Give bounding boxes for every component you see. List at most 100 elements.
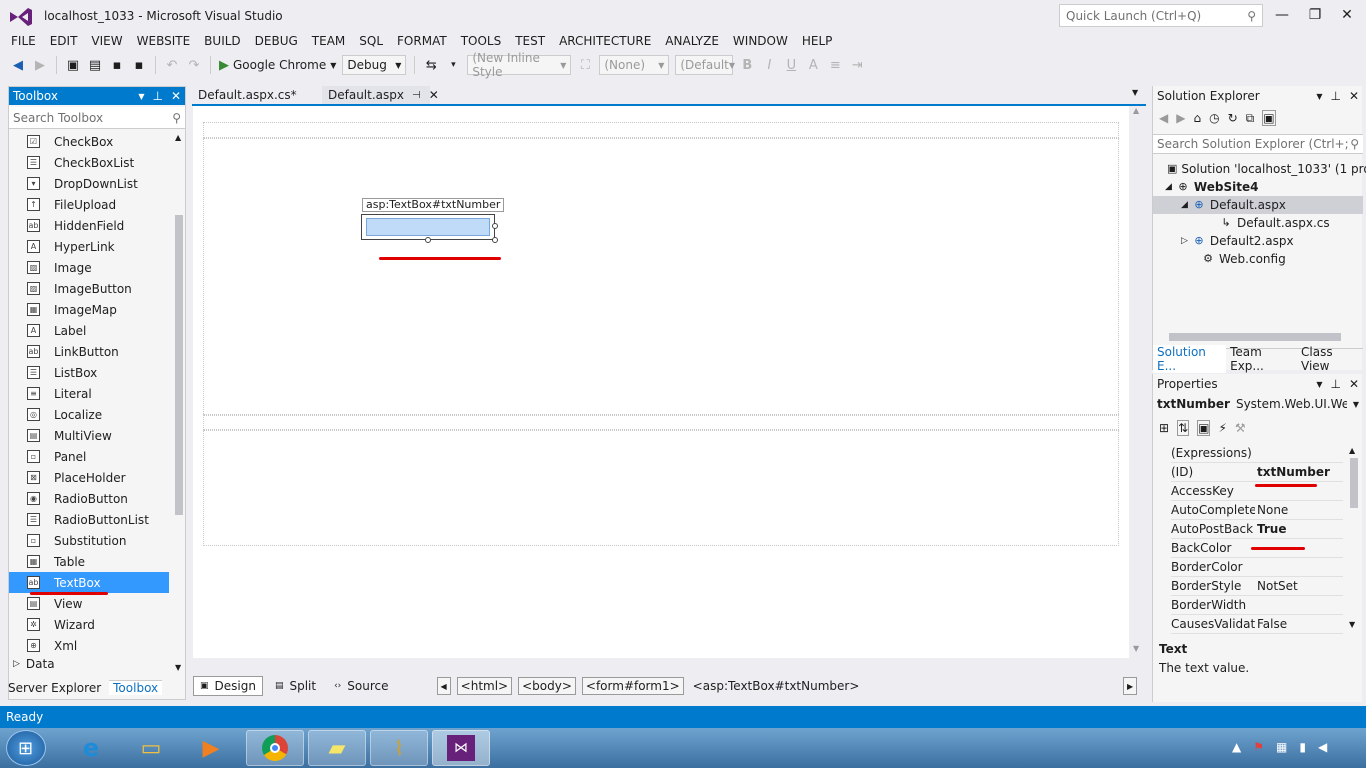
property-row[interactable]: CausesValidationFalse: [1171, 615, 1343, 634]
quick-launch-input[interactable]: Quick Launch (Ctrl+Q) ⚲: [1059, 4, 1263, 27]
forward-icon[interactable]: ▶: [32, 57, 48, 73]
toolbox-item-dropdownlist[interactable]: ▾ DropDownList: [9, 173, 169, 194]
scroll-down-icon[interactable]: ▼: [1133, 644, 1139, 653]
property-value[interactable]: txtNumber: [1257, 463, 1343, 482]
toolbox-search-input[interactable]: Search Toolbox ⚲: [9, 107, 185, 129]
design-vscrollbar[interactable]: ▲ ▼: [1132, 106, 1144, 658]
breadcrumb-textbox[interactable]: <asp:TextBox#txtNumber>: [690, 677, 863, 695]
bold-icon[interactable]: B: [739, 57, 755, 73]
breadcrumb-scroll-right[interactable]: ▶: [1123, 677, 1138, 695]
breadcrumb-form[interactable]: <form#form1>: [581, 677, 684, 695]
toolbox-item-hyperlink[interactable]: A HyperLink: [9, 236, 169, 257]
properties-icon[interactable]: ▣: [1197, 420, 1211, 436]
toolbox-item-substitution[interactable]: ▫ Substitution: [9, 530, 169, 551]
indent-icon[interactable]: ⇥: [849, 57, 865, 73]
toolbox-item-fileupload[interactable]: ↑ FileUpload: [9, 194, 169, 215]
signal-icon[interactable]: ▮: [1299, 740, 1306, 754]
property-row[interactable]: BorderColor: [1171, 558, 1343, 577]
taskbar-media-player[interactable]: ▶: [182, 730, 240, 766]
menu-format[interactable]: FORMAT: [390, 32, 454, 50]
toolbox-item-imagebutton[interactable]: ▨ ImageButton: [9, 278, 169, 299]
scrollbar-thumb[interactable]: [1350, 458, 1358, 508]
solution-search-input[interactable]: Search Solution Explorer (Ctrl+;) ⚲: [1153, 134, 1363, 154]
maximize-button[interactable]: ❐: [1300, 5, 1330, 25]
menu-team[interactable]: TEAM: [305, 32, 352, 50]
history-icon[interactable]: ◷: [1209, 111, 1219, 125]
close-pane-icon[interactable]: ✕: [171, 89, 181, 103]
toolbox-item-label[interactable]: A Label: [9, 320, 169, 341]
tree-file-default-aspx-cs[interactable]: ↳ Default.aspx.cs: [1153, 214, 1363, 232]
taskbar-cleanup-tool[interactable]: ⌇: [370, 730, 428, 766]
properties-scrollbar[interactable]: ▲ ▼: [1349, 446, 1359, 632]
action-center-icon[interactable]: ⚑: [1253, 740, 1264, 754]
alphabetical-icon[interactable]: ⇅: [1177, 420, 1190, 436]
toolbox-item-checkbox[interactable]: ☑ CheckBox: [9, 131, 169, 152]
network-icon[interactable]: ▦: [1276, 740, 1287, 754]
menu-analyze[interactable]: ANALYZE: [658, 32, 726, 50]
design-surface[interactable]: asp:TextBox#txtNumber: [193, 106, 1129, 658]
taskbar-google-chrome[interactable]: [246, 730, 304, 766]
property-row[interactable]: (Expressions): [1171, 444, 1343, 463]
expanded-arrow-icon[interactable]: ◢: [1181, 200, 1188, 210]
font-combo[interactable]: (Default ▼: [675, 55, 735, 75]
pin-icon[interactable]: ⊥: [1330, 89, 1340, 103]
toolbox-item-panel[interactable]: ▫ Panel: [9, 446, 169, 467]
show-hidden-icons-icon[interactable]: ▲: [1232, 740, 1241, 754]
attach-style-icon[interactable]: ⛶: [577, 57, 593, 73]
tree-solution[interactable]: ▣ Solution 'localhost_1033' (1 project): [1153, 160, 1366, 178]
textbox-input-area[interactable]: [366, 218, 490, 236]
tab-class-view[interactable]: Class View: [1297, 345, 1363, 373]
source-view-button[interactable]: ‹› Source: [328, 676, 394, 696]
toolbox-item-xml[interactable]: ⊕ Xml: [9, 635, 169, 656]
scroll-up-icon[interactable]: ▲: [1133, 106, 1139, 115]
toolbox-item-multiview[interactable]: ▤ MultiView: [9, 425, 169, 446]
menu-help[interactable]: HELP: [795, 32, 840, 50]
categorized-icon[interactable]: ⊞: [1159, 421, 1169, 435]
close-tab-icon[interactable]: ✕: [429, 88, 439, 102]
minimize-button[interactable]: —: [1267, 5, 1297, 25]
menu-view[interactable]: VIEW: [84, 32, 129, 50]
pin-icon[interactable]: ⊥: [1330, 377, 1340, 391]
object-selector[interactable]: txtNumber System.Web.UI.WebControls.Text…: [1153, 394, 1359, 414]
font-color-icon[interactable]: A: [805, 57, 821, 73]
tree-file-web-config[interactable]: ⚙ Web.config: [1153, 250, 1363, 268]
menu-window[interactable]: WINDOW: [726, 32, 795, 50]
scrollbar-thumb[interactable]: [175, 215, 183, 515]
breadcrumb-html[interactable]: <html>: [456, 677, 513, 695]
solution-hscrollbar[interactable]: [1157, 332, 1357, 342]
toolbox-section-data[interactable]: ▷ Data: [13, 657, 55, 671]
italic-icon[interactable]: I: [761, 57, 777, 73]
taskbar-file-explorer[interactable]: ▭: [122, 730, 180, 766]
save-all-icon[interactable]: ▪: [131, 57, 147, 73]
undo-icon[interactable]: ↶: [164, 57, 180, 73]
scroll-up-icon[interactable]: ▲: [175, 133, 181, 142]
toolbox-item-radiobuttonlist[interactable]: ☰ RadioButtonList: [9, 509, 169, 530]
pane-menu-icon[interactable]: ▼: [1316, 92, 1322, 101]
close-pane-icon[interactable]: ✕: [1349, 377, 1359, 391]
back-icon[interactable]: ◀: [1159, 111, 1168, 125]
show-all-files-icon[interactable]: ▣: [1262, 110, 1276, 126]
start-button[interactable]: ⊞: [6, 730, 46, 766]
home-icon[interactable]: ⌂: [1193, 111, 1201, 125]
property-pages-icon[interactable]: ⚒: [1235, 421, 1246, 435]
split-view-button[interactable]: ▤ Split: [269, 676, 322, 696]
events-icon[interactable]: ⚡: [1218, 421, 1226, 435]
taskbar-sticky-notes[interactable]: ▰: [308, 730, 366, 766]
collapse-all-icon[interactable]: ⧉: [1246, 111, 1255, 126]
scroll-down-icon[interactable]: ▼: [1349, 620, 1355, 629]
menu-debug[interactable]: DEBUG: [248, 32, 305, 50]
close-pane-icon[interactable]: ✕: [1349, 89, 1359, 103]
toolbox-item-listbox[interactable]: ☰ ListBox: [9, 362, 169, 383]
new-project-icon[interactable]: ▣: [65, 57, 81, 73]
menu-website[interactable]: WEBSITE: [130, 32, 198, 50]
tab-default-aspx-cs[interactable]: Default.aspx.cs*: [192, 86, 322, 104]
property-value[interactable]: None: [1257, 501, 1343, 520]
design-hscrollbar[interactable]: [193, 662, 1129, 674]
scroll-down-icon[interactable]: ▼: [175, 663, 181, 672]
underline-icon[interactable]: U: [783, 57, 799, 73]
align-icon[interactable]: ≡: [827, 57, 843, 73]
property-row[interactable]: BorderStyle NotSet: [1171, 577, 1343, 596]
forward-icon[interactable]: ▶: [1176, 111, 1185, 125]
tab-default-aspx[interactable]: Default.aspx ⊣ ✕: [322, 86, 439, 104]
toolbox-item-literal[interactable]: ≡ Literal: [9, 383, 169, 404]
